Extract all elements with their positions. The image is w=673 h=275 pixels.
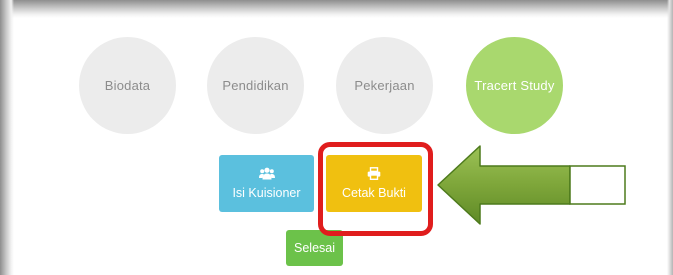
highlight-box [318,142,433,236]
users-icon [258,167,275,182]
step-label: Pendidikan [222,78,289,93]
step-label: Tracert Study [474,78,555,93]
frame-shadow-left [0,0,14,275]
step-label: Pekerjaan [354,78,415,93]
step-pekerjaan[interactable]: Pekerjaan [336,37,433,134]
isi-kuisioner-button[interactable]: Isi Kuisioner [219,155,314,212]
arrow-left-icon [437,145,626,225]
step-biodata[interactable]: Biodata [79,37,176,134]
step-pendidikan[interactable]: Pendidikan [207,37,304,134]
frame-shadow-top [0,0,673,18]
step-tracert-study[interactable]: Tracert Study [466,37,563,134]
selesai-label: Selesai [294,241,335,255]
screenshot-frame: Biodata Pendidikan Pekerjaan Tracert Stu… [0,0,673,275]
frame-shadow-right [667,0,673,275]
isi-kuisioner-label: Isi Kuisioner [232,186,301,200]
step-label: Biodata [104,78,151,93]
